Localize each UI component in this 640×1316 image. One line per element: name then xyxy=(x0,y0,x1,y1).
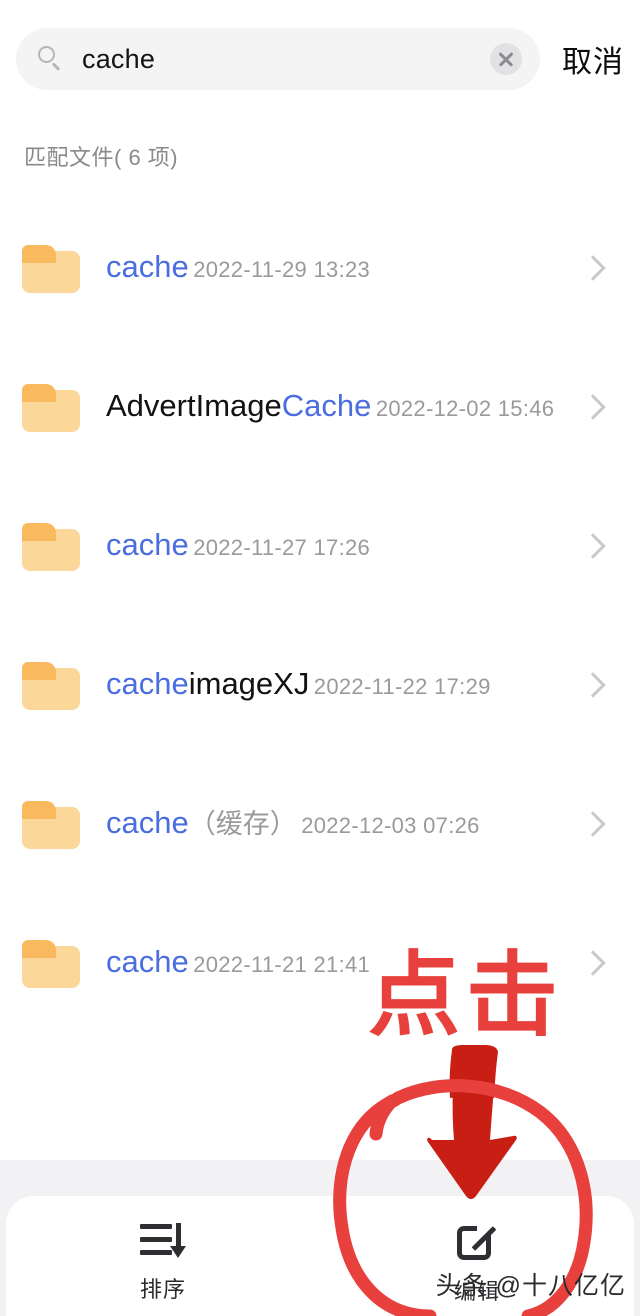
file-info: AdvertImageCache 2022-12-02 15:46 xyxy=(106,387,578,426)
sort-descending-icon xyxy=(140,1220,186,1260)
file-name: AdvertImageCache xyxy=(106,388,371,423)
file-info: cache 2022-11-21 21:41 xyxy=(106,943,578,982)
file-name-match: cache xyxy=(106,666,189,701)
file-name-post: imageXJ xyxy=(188,666,310,701)
file-name-match: cache xyxy=(106,805,189,840)
file-info: cache 2022-11-27 17:26 xyxy=(106,526,578,565)
file-list: cache 2022-11-29 13:23 AdvertImageCache … xyxy=(0,198,640,1032)
folder-icon xyxy=(22,800,80,849)
file-date: 2022-11-29 13:23 xyxy=(193,257,371,282)
file-name: cache xyxy=(106,527,189,562)
file-date: 2022-11-21 21:41 xyxy=(193,952,371,977)
file-name-match: Cache xyxy=(281,388,372,423)
file-name-match: cache xyxy=(106,944,189,979)
search-icon xyxy=(38,46,64,72)
file-name-match: cache xyxy=(106,527,189,562)
file-info: cache（缓存） 2022-12-03 07:26 xyxy=(106,804,578,843)
folder-icon xyxy=(22,522,80,571)
folder-icon xyxy=(22,383,80,432)
file-date: 2022-12-02 15:46 xyxy=(375,396,555,421)
file-list-item-1[interactable]: cache 2022-11-29 13:23 xyxy=(0,198,640,337)
file-list-item-4[interactable]: cacheimageXJ 2022-11-22 17:29 xyxy=(0,615,640,754)
chevron-right-icon[interactable] xyxy=(578,809,608,839)
folder-icon xyxy=(22,244,80,293)
folder-icon xyxy=(22,661,80,710)
folder-icon xyxy=(22,939,80,988)
search-input-value: cache xyxy=(82,44,156,74)
file-name: cache xyxy=(106,249,189,284)
file-info: cache 2022-11-29 13:23 xyxy=(106,248,578,287)
cancel-button[interactable]: 取消 xyxy=(562,37,624,81)
file-name: cache（缓存） xyxy=(106,805,297,840)
edit-square-icon xyxy=(455,1220,499,1262)
file-name-match: cache xyxy=(106,249,189,284)
chevron-right-icon[interactable] xyxy=(578,253,608,283)
file-date: 2022-12-03 07:26 xyxy=(301,813,480,838)
chevron-right-icon[interactable] xyxy=(578,392,608,422)
phone-screen: cache 取消 匹配文件( 6 项) cache 2022-11-29 13:… xyxy=(0,0,640,1316)
matching-files-header: 匹配文件( 6 项) xyxy=(24,145,179,170)
file-date: 2022-11-27 17:26 xyxy=(193,535,371,560)
file-name-pre: AdvertImage xyxy=(106,388,282,423)
file-list-item-2[interactable]: AdvertImageCache 2022-12-02 15:46 xyxy=(0,337,640,476)
sort-button-label: 排序 xyxy=(139,1277,186,1302)
chevron-right-icon[interactable] xyxy=(578,531,608,561)
watermark-text: 头条 @十八亿亿 xyxy=(435,1272,626,1300)
sort-button[interactable]: 排序 xyxy=(6,1196,320,1304)
search-input[interactable]: cache xyxy=(16,28,540,90)
file-info: cacheimageXJ 2022-11-22 17:29 xyxy=(106,665,578,704)
chevron-right-icon[interactable] xyxy=(578,670,608,700)
file-list-item-6[interactable]: cache 2022-11-21 21:41 xyxy=(0,893,640,1032)
chevron-right-icon[interactable] xyxy=(578,948,608,978)
file-list-item-3[interactable]: cache 2022-11-27 17:26 xyxy=(0,476,640,615)
file-date: 2022-11-22 17:29 xyxy=(313,674,491,699)
file-name: cache xyxy=(106,944,189,979)
file-name-paren: （缓存） xyxy=(188,809,297,839)
search-bar: cache 取消 xyxy=(0,27,640,91)
close-circle-icon[interactable] xyxy=(490,43,522,75)
file-name: cacheimageXJ xyxy=(106,666,309,701)
file-list-item-5[interactable]: cache（缓存） 2022-12-03 07:26 xyxy=(0,754,640,893)
